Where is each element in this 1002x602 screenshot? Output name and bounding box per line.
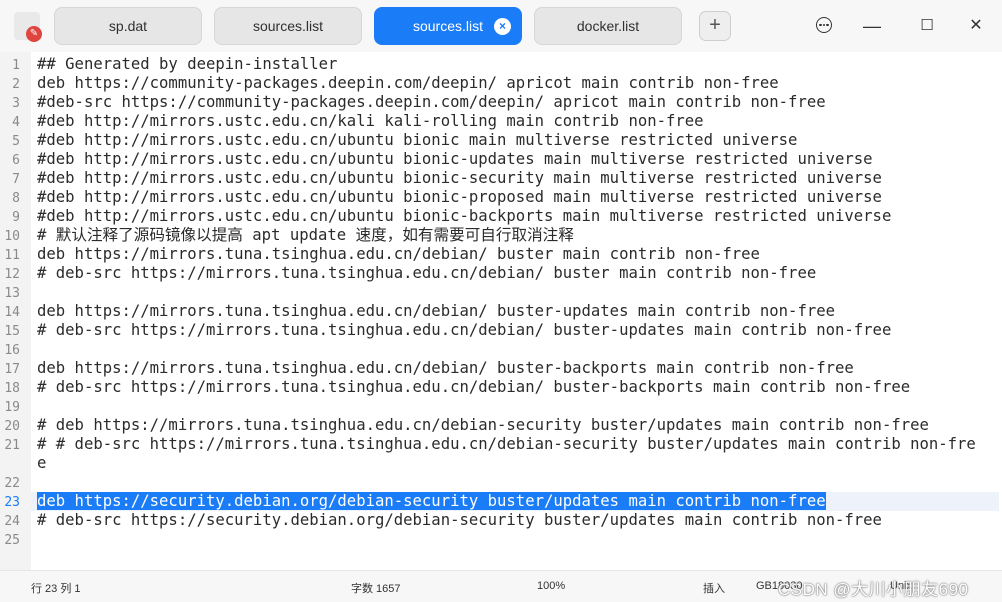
code-line[interactable]: # deb-src https://mirrors.tuna.tsinghua.… [37,321,998,340]
line-number: 9 [12,210,20,225]
line-number [0,455,20,474]
line-number: 16 [4,343,20,358]
zoom-level[interactable]: 100% [537,580,565,592]
code-line[interactable]: deb https://mirrors.tuna.tsinghua.edu.cn… [37,359,998,378]
line-number: 6 [12,153,20,168]
tab-label: docker.list [576,18,640,34]
line-text: # deb-src https://security.debian.org/de… [37,511,882,529]
line-number: 1 [12,58,20,73]
line-number: 24 [4,514,20,529]
line-text: #deb http://mirrors.ustc.edu.cn/ubuntu b… [37,188,882,206]
tab-label: sources.list [412,18,484,34]
line-number: 18 [4,381,20,396]
code-line[interactable]: #deb http://mirrors.ustc.edu.cn/ubuntu b… [37,131,998,150]
code-line[interactable]: #deb-src https://community-packages.deep… [37,93,998,112]
line-number-gutter: 1 2 3 4 5 6 7 8 9 10 11 12 13 14 15 16 17 18 19 20 21 22 23 24 2… [0,52,31,570]
line-text: ## Generated by deepin-installer [37,55,338,73]
code-line[interactable]: deb https://security.debian.org/debian-s… [37,492,998,511]
code-line[interactable]: # deb-src https://mirrors.tuna.tsinghua.… [37,378,998,397]
cursor-position: 行 23 列 1 [31,583,81,595]
line-text: #deb http://mirrors.ustc.edu.cn/ubuntu b… [37,150,873,168]
code-line[interactable]: # 默认注释了源码镜像以提高 apt update 速度，如有需要可自行取消注释 [37,226,998,245]
line-text: # deb-src https://mirrors.tuna.tsinghua.… [37,321,892,339]
line-number: 20 [4,419,20,434]
code-line[interactable]: #deb http://mirrors.ustc.edu.cn/ubuntu b… [37,150,998,169]
maximize-icon[interactable]: ☐ [913,12,941,40]
line-text: # deb https://mirrors.tuna.tsinghua.edu.… [37,416,929,434]
line-number: 10 [4,229,20,244]
line-text: deb https://mirrors.tuna.tsinghua.edu.cn… [37,359,854,377]
code-line[interactable]: # # deb-src https://mirrors.tuna.tsinghu… [37,435,998,454]
line-number: 21 [4,438,20,453]
code-line[interactable]: deb https://mirrors.tuna.tsinghua.edu.cn… [37,245,998,264]
line-number: 19 [4,400,20,415]
code-line[interactable]: ## Generated by deepin-installer [37,55,998,74]
code-line[interactable] [37,397,998,416]
line-number: 7 [12,172,20,187]
tab-sources-list-1[interactable]: sources.list [214,7,362,45]
code-line[interactable] [37,283,998,302]
status-bar: 行 23 列 1 字数 1657 100% 插入 GB18030 Unix CS… [0,570,1002,602]
selected-text: deb https://security.debian.org/debian-s… [37,492,826,510]
tab-sp-dat[interactable]: sp.dat [54,7,202,45]
char-count: 字数 1657 [351,583,401,595]
line-text: #deb-src https://community-packages.deep… [37,93,826,111]
code-line[interactable]: #deb http://mirrors.ustc.edu.cn/ubuntu b… [37,169,998,188]
line-text: # # deb-src https://mirrors.tuna.tsinghu… [37,435,976,453]
line-text: e [37,454,47,472]
tab-sources-list-active[interactable]: sources.list × [374,7,522,45]
line-number: 14 [4,305,20,320]
code-line[interactable]: #deb http://mirrors.ustc.edu.cn/kali kal… [37,112,998,131]
line-number: 15 [4,324,20,339]
tab-label: sources.list [252,18,324,34]
line-text: # deb-src https://mirrors.tuna.tsinghua.… [37,378,911,396]
close-window-icon[interactable]: ✕ [962,12,990,40]
line-text: #deb http://mirrors.ustc.edu.cn/kali kal… [37,112,704,130]
pen-icon: ✎ [26,26,42,42]
line-number: 13 [4,286,20,301]
code-line[interactable]: e [37,454,998,473]
close-tab-icon[interactable]: × [494,18,511,35]
add-tab-button[interactable]: + [699,11,731,41]
code-line[interactable] [37,340,998,359]
code-line[interactable]: # deb-src https://security.debian.org/de… [37,511,998,530]
line-text: #deb http://mirrors.ustc.edu.cn/ubuntu b… [37,207,892,225]
code-line[interactable]: # deb https://mirrors.tuna.tsinghua.edu.… [37,416,998,435]
line-number: 5 [12,134,20,149]
title-bar: ✎ sp.dat sources.list sources.list × doc… [0,0,1002,52]
code-line[interactable]: #deb http://mirrors.ustc.edu.cn/ubuntu b… [37,188,998,207]
tab-label: sp.dat [108,18,148,34]
insert-mode: 插入 [703,583,725,595]
code-line[interactable] [37,530,998,549]
line-number: 12 [4,267,20,282]
line-number: 8 [12,191,20,206]
text-editor-area[interactable]: 1 2 3 4 5 6 7 8 9 10 11 12 13 14 15 16 17 18 19 20 21 22 23 24 2… [0,52,1002,570]
line-text: # deb-src https://mirrors.tuna.tsinghua.… [37,264,817,282]
line-text: deb https://mirrors.tuna.tsinghua.edu.cn… [37,302,835,320]
tab-docker-list[interactable]: docker.list [534,7,682,45]
line-number: 11 [4,248,20,263]
text-editor-app-icon: ✎ [14,12,42,42]
csdn-watermark: CSDN @大川小朋友690 [778,580,969,599]
line-number: 25 [4,533,20,548]
code-line[interactable]: deb https://community-packages.deepin.co… [37,74,998,93]
code-line[interactable]: #deb http://mirrors.ustc.edu.cn/ubuntu b… [37,207,998,226]
line-text: #deb http://mirrors.ustc.edu.cn/ubuntu b… [37,131,798,149]
line-text: deb https://community-packages.deepin.co… [37,74,779,92]
main-menu-icon[interactable] [816,17,832,33]
line-text: # 默认注释了源码镜像以提高 apt update 速度，如有需要可自行取消注释 [37,226,574,244]
code-line[interactable]: # deb-src https://mirrors.tuna.tsinghua.… [37,264,998,283]
code-line[interactable] [37,473,998,492]
line-text: #deb http://mirrors.ustc.edu.cn/ubuntu b… [37,169,882,187]
line-number: 4 [12,115,20,130]
line-number: 23 [4,495,20,510]
line-number: 17 [4,362,20,377]
line-number: 22 [4,476,20,491]
line-text: deb https://mirrors.tuna.tsinghua.edu.cn… [37,245,760,263]
line-number: 2 [12,77,20,92]
minimize-icon[interactable]: — [858,12,886,40]
line-number: 3 [12,96,20,111]
code-line[interactable]: deb https://mirrors.tuna.tsinghua.edu.cn… [37,302,998,321]
